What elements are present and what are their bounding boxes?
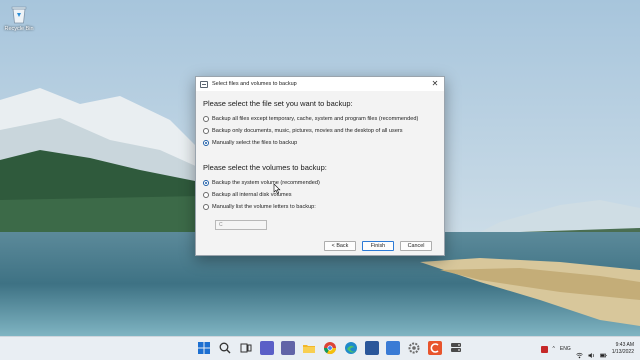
radio-button-selected[interactable] [203,140,209,146]
word-icon[interactable] [365,341,379,355]
taskbar: ^ ENG 9:43 AM 1/13/2022 [0,336,640,360]
wifi-icon[interactable] [576,346,583,358]
finish-button[interactable]: Finish [362,241,394,251]
settings-icon[interactable] [407,341,421,355]
edge-icon[interactable] [344,341,358,355]
dialog-title: Select files and volumes to backup [212,81,297,87]
start-icon[interactable] [197,341,211,355]
backup-selection-dialog: Select files and volumes to backup ✕ Ple… [195,76,445,256]
option-label: Backup only documents, music, pictures, … [212,128,403,134]
chevron-up-icon[interactable]: ^ [553,346,555,352]
fileset-heading: Please select the file set you want to b… [203,99,353,108]
search-icon[interactable] [218,341,232,355]
radio-button[interactable] [203,116,209,122]
fileset-option-user-documents[interactable]: Backup only documents, music, pictures, … [203,125,437,137]
radio-button[interactable] [203,204,209,210]
option-label: Backup the system volume (recommended) [212,180,320,186]
dialog-content: Please select the file set you want to b… [196,91,444,231]
volume-option-system[interactable]: Backup the system volume (recommended) [203,177,437,189]
task-view-icon[interactable] [239,341,253,355]
option-label: Backup all files except temporary, cache… [212,116,419,122]
volume-option-manual-letters[interactable]: Manually list the volume letters to back… [203,201,437,213]
app-tray-icon[interactable] [540,345,548,353]
volume-icon[interactable] [588,346,595,358]
volume-option-all-internal[interactable]: Backup all internal disk volumes [203,189,437,201]
fileset-option-manual[interactable]: Manually select the files to backup [203,137,437,149]
recycle-bin-icon [10,4,28,24]
file-explorer-icon[interactable] [302,341,316,355]
back-button[interactable]: < Back [324,241,356,251]
system-tray: ^ ENG 9:43 AM 1/13/2022 [540,337,634,360]
dialog-button-row: < Back Finish Cancel [324,241,432,251]
volume-letters-input[interactable] [215,220,267,230]
chat-icon[interactable] [281,341,295,355]
cancel-button[interactable]: Cancel [400,241,432,251]
drive-icon[interactable] [449,341,463,355]
option-label: Manually select the files to backup [212,140,298,146]
volumes-heading: Please select the volumes to backup: [203,163,327,172]
radio-button-selected[interactable] [203,180,209,186]
clock-date: 1/13/2022 [611,349,634,355]
backup-app-icon[interactable] [428,341,442,355]
fileset-option-recommended[interactable]: Backup all files except temporary, cache… [203,113,437,125]
window-icon [200,80,208,88]
clock[interactable]: 9:43 AM 1/13/2022 [612,342,634,356]
chrome-icon[interactable] [323,341,337,355]
battery-icon[interactable] [599,346,607,357]
recycle-bin-label: Recycle Bin [4,26,34,32]
recycle-bin-desktop-icon[interactable]: Recycle Bin [4,4,34,32]
taskbar-apps [197,341,463,355]
clock-time: 9:43 AM [615,342,634,348]
language-indicator[interactable]: ENG [560,346,571,352]
radio-button[interactable] [203,128,209,134]
widgets-icon[interactable] [260,341,274,355]
radio-button[interactable] [203,192,209,198]
option-label: Manually list the volume letters to back… [212,204,316,210]
close-icon[interactable]: ✕ [429,78,441,90]
store-icon[interactable] [386,341,400,355]
dialog-titlebar[interactable]: Select files and volumes to backup ✕ [196,77,444,91]
mouse-cursor-icon [273,181,281,194]
